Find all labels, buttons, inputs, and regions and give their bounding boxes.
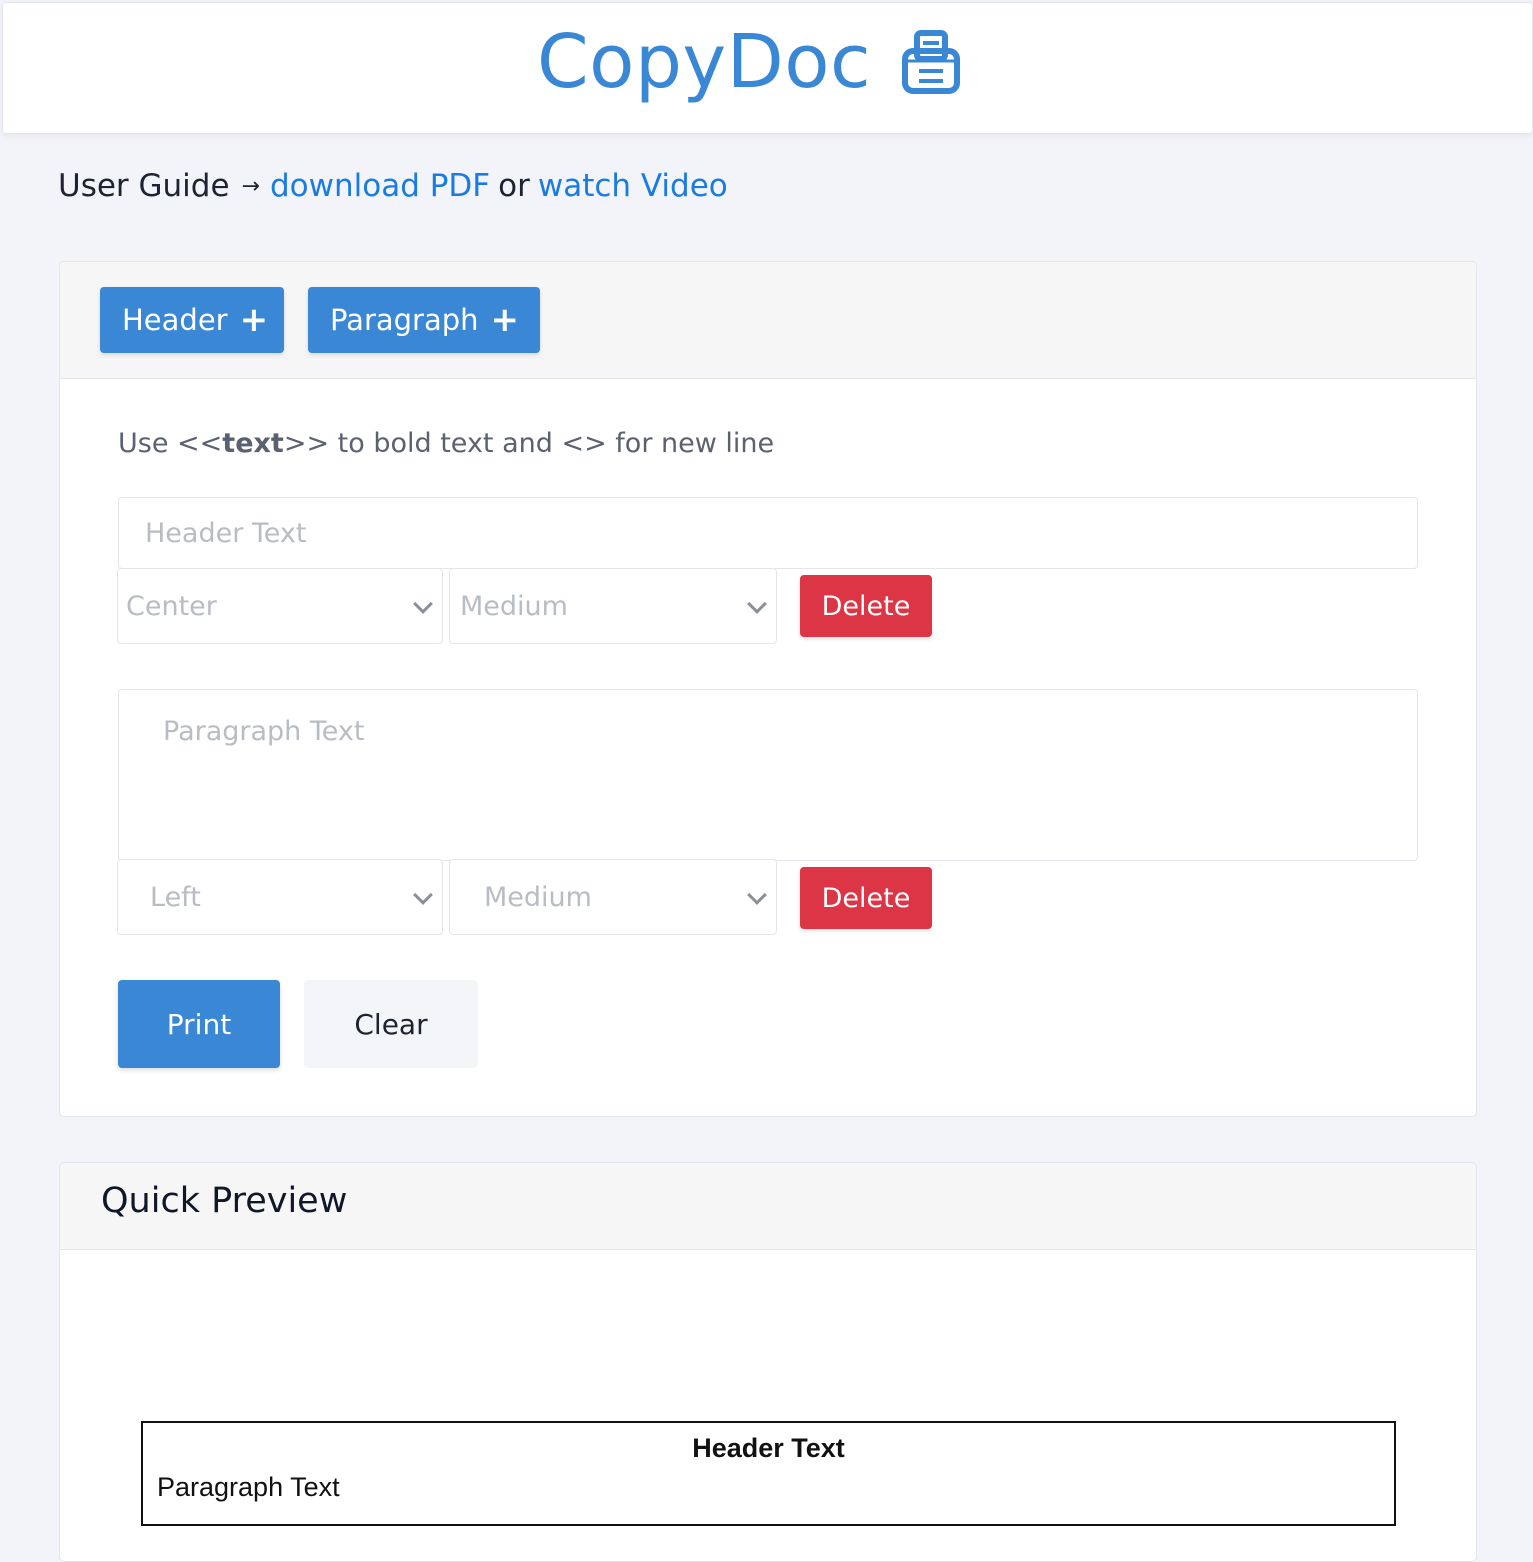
chevron-down-icon (413, 885, 433, 905)
delete-header-button[interactable]: Delete (800, 575, 932, 637)
editor-toolbar: Header + Paragraph + (60, 262, 1476, 379)
hint-suffix: >> to bold text and <> for new line (283, 428, 775, 459)
delete-header-label: Delete (821, 590, 911, 622)
paragraph-size-value: Medium (484, 881, 592, 913)
delete-paragraph-button[interactable]: Delete (800, 867, 932, 929)
clear-label: Clear (354, 1007, 428, 1041)
preview-header: Quick Preview (60, 1163, 1476, 1250)
add-header-label: Header (122, 303, 228, 337)
header-align-select[interactable]: Center (117, 568, 443, 644)
header-align-value: Center (126, 590, 217, 622)
add-header-button[interactable]: Header + (100, 287, 284, 353)
user-guide-label: User Guide (58, 168, 230, 204)
add-paragraph-button[interactable]: Paragraph + (308, 287, 540, 353)
preview-title: Quick Preview (101, 1181, 348, 1221)
download-pdf-link[interactable]: download PDF (270, 168, 490, 204)
add-paragraph-label: Paragraph (330, 303, 479, 337)
header-size-value: Medium (460, 590, 568, 622)
plus-icon: + (490, 300, 520, 340)
paragraph-align-select[interactable]: Left (117, 859, 443, 935)
app-header: CopyDoc (2, 2, 1533, 134)
preview-paragraph-text: Paragraph Text (157, 1472, 340, 1502)
paragraph-text-input[interactable] (118, 689, 1418, 861)
preview-document: Header Text Paragraph Text (141, 1421, 1396, 1526)
hint-bold: text (222, 428, 284, 459)
header-size-select[interactable]: Medium (449, 568, 777, 644)
or-text: or (498, 168, 530, 204)
paragraph-align-value: Left (150, 881, 201, 913)
delete-paragraph-label: Delete (821, 882, 911, 914)
header-text-input[interactable] (118, 497, 1418, 569)
chevron-down-icon (413, 594, 433, 614)
brand: CopyDoc (537, 17, 961, 107)
hint-prefix: Use << (118, 428, 223, 459)
editor-card: Header + Paragraph + Use <<text>> to bol… (59, 261, 1477, 1117)
preview-header-text: Header Text (692, 1433, 845, 1463)
formatting-hint: Use <<text>> to bold text and <> for new… (118, 428, 774, 459)
app-title: CopyDoc (537, 19, 872, 105)
clear-button[interactable]: Clear (304, 980, 478, 1068)
print-button[interactable]: Print (118, 980, 280, 1068)
chevron-down-icon (747, 594, 767, 614)
print-label: Print (166, 1007, 232, 1041)
user-guide: User Guide → download PDF or watch Video (58, 166, 728, 210)
preview-card: Quick Preview Header Text Paragraph Text (59, 1162, 1477, 1562)
paragraph-size-select[interactable]: Medium (449, 859, 777, 935)
watch-video-link[interactable]: watch Video (538, 168, 728, 204)
arrow-right-icon: → (241, 174, 260, 199)
chevron-down-icon (747, 885, 767, 905)
plus-icon: + (239, 300, 269, 340)
printer-icon (902, 30, 961, 94)
